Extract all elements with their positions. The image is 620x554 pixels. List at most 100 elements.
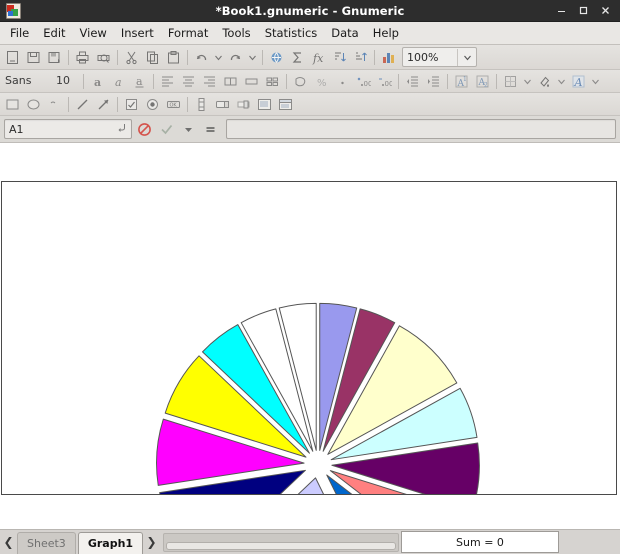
svg-text:a: a: [94, 76, 101, 89]
align-left-icon[interactable]: [157, 71, 178, 91]
gnumeric-icon: [5, 3, 22, 19]
standard-toolbar: fx 100%: [0, 45, 620, 70]
menu-statistics[interactable]: Statistics: [258, 24, 325, 43]
sort-ascending-icon[interactable]: [329, 47, 350, 67]
print-icon[interactable]: [72, 47, 93, 67]
paste-icon[interactable]: [163, 47, 184, 67]
button-object-icon[interactable]: OK: [163, 94, 184, 114]
pie-chart[interactable]: [2, 182, 616, 494]
accept-icon[interactable]: [156, 119, 176, 139]
print-preview-icon[interactable]: [93, 47, 114, 67]
spinbutton-object-icon[interactable]: [212, 94, 233, 114]
menu-help[interactable]: Help: [366, 24, 406, 43]
cell-reference-box[interactable]: A1: [4, 119, 132, 139]
font-color-icon[interactable]: A: [568, 71, 589, 91]
superscript-icon[interactable]: A1: [451, 71, 472, 91]
svg-text:%: %: [317, 78, 327, 89]
menu-format[interactable]: Format: [161, 24, 216, 43]
increase-indent-icon[interactable]: [423, 71, 444, 91]
zoom-combo[interactable]: 100%: [402, 47, 477, 67]
copy-icon[interactable]: [142, 47, 163, 67]
increase-decimals-icon[interactable]: 00: [353, 71, 374, 91]
italic-icon[interactable]: a: [108, 71, 129, 91]
next-sheet-button[interactable]: ❯: [144, 530, 159, 554]
undo-dropdown-icon[interactable]: [212, 47, 225, 67]
previous-sheet-button[interactable]: ❮: [1, 530, 16, 554]
title-bar: *Book1.gnumeric - Gnumeric: [0, 0, 620, 22]
svg-text:00: 00: [385, 80, 393, 88]
ellipse-icon[interactable]: [23, 94, 44, 114]
align-right-icon[interactable]: [199, 71, 220, 91]
thousands-separator-icon[interactable]: [332, 71, 353, 91]
cut-icon[interactable]: [121, 47, 142, 67]
goto-cell-icon[interactable]: [116, 122, 127, 136]
merge-cells-icon[interactable]: [220, 71, 241, 91]
function-icon[interactable]: fx: [308, 47, 329, 67]
new-file-icon[interactable]: [2, 47, 23, 67]
window-title: *Book1.gnumeric - Gnumeric: [215, 3, 405, 18]
radio-button-object-icon[interactable]: [142, 94, 163, 114]
toolbar-separator: [187, 96, 188, 112]
object-toolbar: OK: [0, 93, 620, 116]
zoom-value: 100%: [407, 50, 439, 64]
undo-icon[interactable]: [191, 47, 212, 67]
maximize-button[interactable]: [572, 1, 594, 20]
decrease-indent-icon[interactable]: [402, 71, 423, 91]
menu-insert[interactable]: Insert: [114, 24, 161, 43]
sort-descending-icon[interactable]: [350, 47, 371, 67]
borders-dropdown-icon[interactable]: [521, 71, 534, 91]
bold-icon[interactable]: a: [87, 71, 108, 91]
equals-icon[interactable]: [200, 119, 220, 139]
font-name-combo[interactable]: Sans: [2, 72, 54, 90]
checkbox-object-icon[interactable]: [121, 94, 142, 114]
menu-data[interactable]: Data: [324, 24, 365, 43]
horizontal-scrollbar-thumb[interactable]: [166, 542, 396, 550]
font-color-dropdown-icon[interactable]: [589, 71, 602, 91]
redo-dropdown-icon[interactable]: [246, 47, 259, 67]
menu-file[interactable]: File: [3, 24, 36, 43]
open-file-icon[interactable]: [23, 47, 44, 67]
list-object-icon[interactable]: [254, 94, 275, 114]
minimize-button[interactable]: [550, 1, 572, 20]
scrollbar-object-icon[interactable]: [191, 94, 212, 114]
chevron-down-icon[interactable]: [178, 119, 198, 139]
freehand-icon[interactable]: [44, 94, 65, 114]
font-size-combo[interactable]: 10: [54, 72, 80, 90]
decrease-decimals-icon[interactable]: 00: [374, 71, 395, 91]
toolbar-separator: [374, 49, 375, 65]
align-center-icon[interactable]: [178, 71, 199, 91]
sheet-tab-sheet3[interactable]: Sheet3: [17, 532, 76, 554]
split-cells-icon[interactable]: [262, 71, 283, 91]
arrow-icon[interactable]: [93, 94, 114, 114]
subscript-icon[interactable]: A2: [472, 71, 493, 91]
graph-object-frame[interactable]: [1, 181, 617, 495]
background-color-dropdown-icon[interactable]: [555, 71, 568, 91]
money-format-icon[interactable]: [290, 71, 311, 91]
svg-text:2: 2: [484, 82, 488, 89]
slider-object-icon[interactable]: [233, 94, 254, 114]
close-button[interactable]: [594, 1, 616, 20]
sheet-tab-graph1[interactable]: Graph1: [77, 532, 144, 554]
hyperlink-icon[interactable]: [266, 47, 287, 67]
insert-chart-icon[interactable]: [378, 47, 399, 67]
horizontal-scrollbar[interactable]: [163, 533, 399, 552]
menu-view[interactable]: View: [73, 24, 114, 43]
borders-icon[interactable]: [500, 71, 521, 91]
line-icon[interactable]: [72, 94, 93, 114]
sum-icon[interactable]: [287, 47, 308, 67]
menu-tools[interactable]: Tools: [215, 24, 257, 43]
center-across-selection-icon[interactable]: [241, 71, 262, 91]
cancel-icon[interactable]: [134, 119, 154, 139]
combobox-object-icon[interactable]: [275, 94, 296, 114]
percent-format-icon[interactable]: %: [311, 71, 332, 91]
zoom-dropdown-icon[interactable]: [457, 48, 476, 66]
svg-text:A: A: [574, 76, 583, 89]
save-file-icon[interactable]: [44, 47, 65, 67]
redo-icon[interactable]: [225, 47, 246, 67]
background-color-icon[interactable]: [534, 71, 555, 91]
underline-icon[interactable]: a: [129, 71, 150, 91]
rectangle-icon[interactable]: [2, 94, 23, 114]
formula-input[interactable]: [226, 119, 616, 139]
menu-edit[interactable]: Edit: [36, 24, 72, 43]
svg-text:a: a: [115, 76, 122, 89]
